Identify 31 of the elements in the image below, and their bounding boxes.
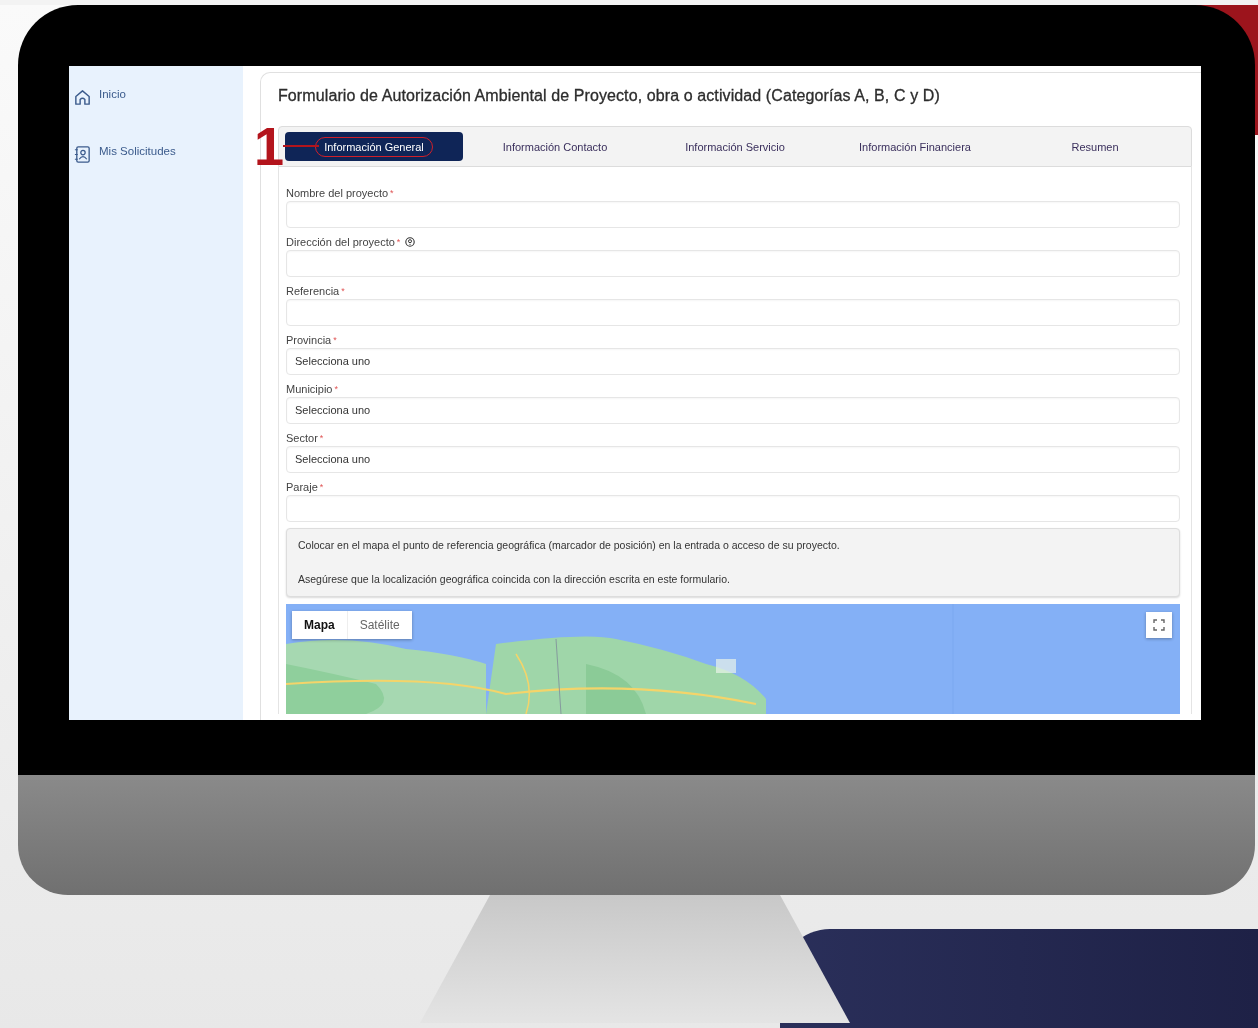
input-field[interactable]: [286, 495, 1180, 522]
input-field[interactable]: [286, 201, 1180, 228]
sidebar-item[interactable]: Mis Solicitudes: [73, 143, 176, 164]
input-field[interactable]: [286, 299, 1180, 326]
home-icon: [73, 88, 92, 107]
map-type-button[interactable]: Mapa: [292, 611, 348, 639]
select-field[interactable]: Selecciona uno: [286, 397, 1180, 424]
fullscreen-button[interactable]: [1146, 612, 1172, 638]
notice-text: Asegúrese que la localización geográfica coincida con la dirección escrita en este formulario.: [298, 572, 731, 587]
sidebar-item[interactable]: Inicio: [73, 86, 126, 107]
tab[interactable]: Información Financiera: [825, 132, 1005, 161]
field-label: Municipio *: [286, 382, 339, 397]
form-title: Formulario de Autorización Ambiental de Proyecto, obra o actividad (Categorías A, B, C y D): [278, 87, 941, 105]
tab[interactable]: Información Contacto: [465, 132, 645, 161]
field-label: Referencia *: [286, 284, 346, 299]
field-label: Paraje *: [286, 480, 325, 495]
field-label: Sector *: [286, 431, 325, 446]
help-icon[interactable]: [405, 237, 416, 247]
tab[interactable]: Información General: [285, 132, 463, 161]
field-label: Dirección del proyecto *: [286, 235, 401, 250]
select-field[interactable]: Selecciona uno: [286, 446, 1180, 473]
tab[interactable]: Información Servicio: [645, 132, 825, 161]
select-field[interactable]: Selecciona uno: [286, 348, 1180, 375]
notice-text: Colocar en el mapa el punto de referencia geográfica (marcador de posición) en la entrada o acceso de su proyecto.: [298, 538, 841, 553]
input-field[interactable]: [286, 250, 1180, 277]
map-type-button[interactable]: Satélite: [347, 611, 412, 639]
contact-book-icon: [73, 145, 92, 164]
fullscreen-icon: [1153, 619, 1165, 631]
field-label: Provincia *: [286, 333, 338, 348]
field-label: Nombre del proyecto *: [286, 186, 395, 201]
tab[interactable]: Resumen: [1005, 132, 1185, 161]
